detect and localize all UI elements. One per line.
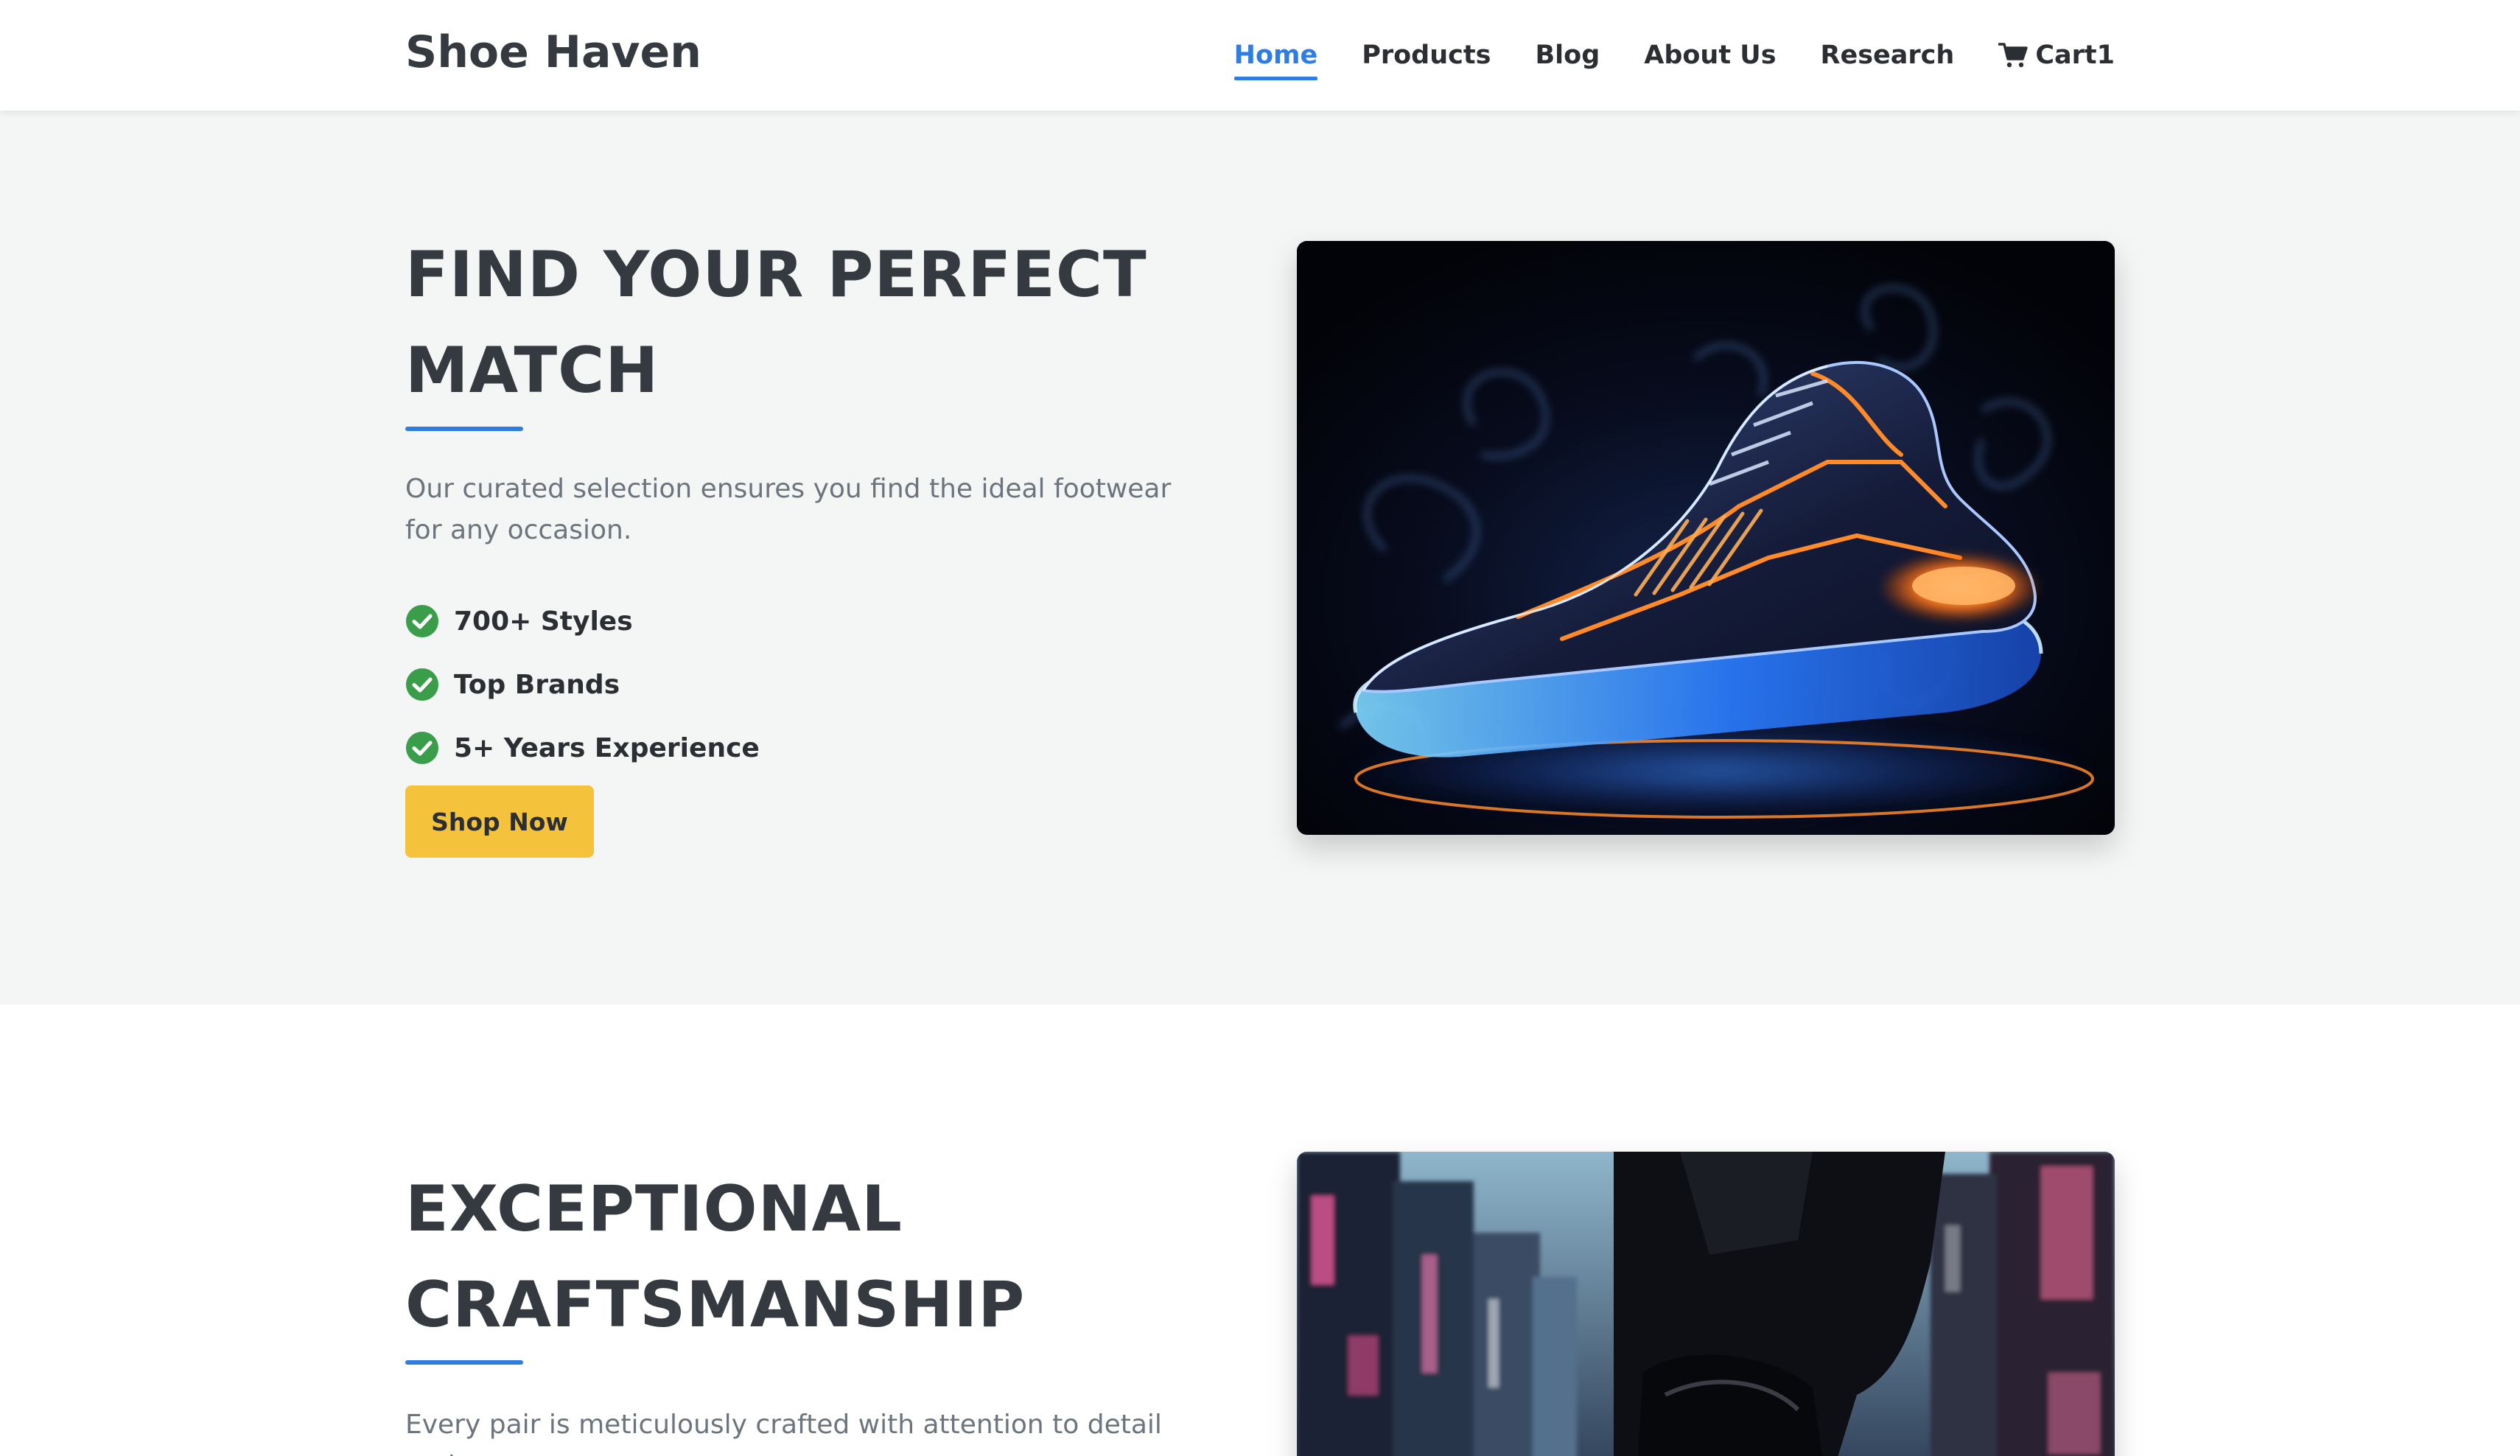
cart-icon — [1998, 43, 2029, 68]
feature-label: 5+ Years Experience — [454, 732, 760, 763]
hero-section: FIND YOUR PERFECT MATCH Our curated sele… — [0, 111, 2520, 1004]
nav-link-about-us[interactable]: About Us — [1644, 36, 1776, 74]
feature-label: 700+ Styles — [454, 606, 633, 637]
feature-list: 700+ Styles Top Brands 5+ Years Experien… — [405, 589, 760, 780]
feature-item: Top Brands — [405, 653, 760, 716]
main-nav: Home Products Blog About Us Research Car… — [1233, 0, 2115, 111]
hero-description: Our curated selection ensures you find t… — [405, 474, 1172, 545]
check-circle-icon — [406, 605, 438, 637]
page: Shoe Haven Home Products Blog About Us R… — [0, 0, 2520, 1456]
sneaker-illustration — [1297, 241, 2115, 835]
hero-title-underline — [405, 427, 523, 431]
nav-link-products[interactable]: Products — [1362, 36, 1491, 74]
glowing-sneaker-image — [1297, 241, 2115, 835]
feature-item: 5+ Years Experience — [405, 716, 760, 780]
feature-label: Top Brands — [454, 669, 620, 700]
craftsmanship-description: Every pair is meticulously crafted with … — [405, 1410, 1162, 1456]
check-circle-icon — [406, 732, 438, 764]
cart-label: Cart — [2035, 41, 2097, 70]
hero-title: FIND YOUR PERFECT MATCH — [405, 238, 1147, 407]
city-illustration — [1297, 1152, 2115, 1456]
brand-logo[interactable]: Shoe Haven — [405, 27, 701, 78]
craftsmanship-title-underline — [405, 1360, 523, 1365]
neon-city-shoe-image — [1297, 1152, 2115, 1456]
navbar: Shoe Haven Home Products Blog About Us R… — [0, 0, 2520, 111]
feature-item: 700+ Styles — [405, 589, 760, 653]
shop-now-button[interactable]: Shop Now — [405, 785, 594, 858]
nav-link-research[interactable]: Research — [1821, 36, 1955, 74]
check-circle-icon — [406, 668, 438, 701]
nav-link-blog[interactable]: Blog — [1535, 36, 1600, 74]
craftsmanship-title: EXCEPTIONAL CRAFTSMANSHIP — [405, 1172, 1026, 1342]
nav-link-home[interactable]: Home — [1233, 36, 1317, 80]
nav-link-cart[interactable]: Cart1 — [1998, 36, 2115, 74]
cart-count: 1 — [2096, 41, 2115, 70]
